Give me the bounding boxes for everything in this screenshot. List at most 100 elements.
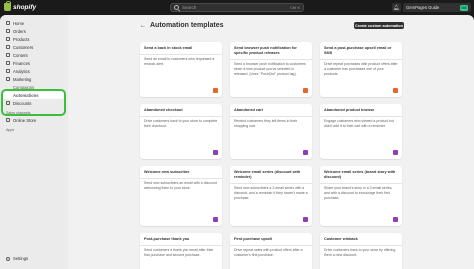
card-description: Send new subscribers a 2-email series wi… (234, 186, 308, 200)
card-title: Abandoned checkout (144, 108, 183, 112)
sidebar-item-content[interactable]: Content (3, 51, 65, 59)
page-header: ← Automation templates (140, 22, 224, 29)
card-description: Send a browser push notification to cust… (234, 62, 306, 76)
notifications-button[interactable]: 🔔︎ (392, 3, 401, 12)
search-shortcut: Ctrl K (290, 5, 300, 10)
shopify-bag-icon (4, 1, 11, 11)
customers-icon (6, 45, 10, 49)
sidebar-item-products[interactable]: Products (3, 35, 65, 43)
card-description: Share your brand's story in a 3-email se… (324, 186, 393, 200)
marketing-icon (6, 77, 10, 81)
analytics-icon (6, 69, 10, 73)
products-icon (6, 37, 10, 41)
template-card[interactable]: Abandoned cart Remind customers they lef… (230, 104, 312, 159)
app-badge-icon (213, 150, 218, 155)
card-title: Send browser push notification for speci… (234, 46, 297, 55)
sidebar-item-label: Marketing (13, 76, 32, 82)
content-icon (6, 53, 10, 57)
apps-heading[interactable]: Apps (3, 127, 65, 133)
card-title: First purchase upsell (234, 237, 273, 241)
template-card[interactable]: Post-purchase thank you Send customers a… (140, 233, 222, 269)
card-divider (140, 53, 222, 55)
orders-icon (6, 29, 10, 33)
home-icon (6, 21, 10, 25)
card-title: Welcome email series (discount with remi… (234, 170, 301, 179)
template-card[interactable]: Welcome email series (discount with remi… (230, 166, 312, 226)
app-badge-icon (393, 217, 398, 222)
card-title: Customer winback (324, 237, 358, 241)
card-description: Drive repeat purchases with product offe… (324, 62, 398, 76)
online-store-icon (6, 118, 10, 122)
template-card[interactable]: Abandoned checkout Drive customers back … (140, 104, 222, 159)
app-badge-icon (393, 150, 398, 155)
sidebar-item-label: Products (13, 36, 30, 42)
sidebar-item-online-store[interactable]: Online Store (3, 116, 65, 124)
card-divider (320, 58, 402, 60)
card-title: Send a back in stock email (144, 46, 193, 50)
card-description: Engage customers who viewed a product bu… (324, 119, 394, 129)
top-bar: shopify Search Ctrl K 🔔︎ GemPages Guide … (0, 0, 474, 15)
card-divider (230, 244, 312, 246)
page-title: Automation templates (150, 22, 224, 29)
card-divider (140, 244, 222, 246)
sidebar-item-label: Finances (13, 60, 30, 66)
back-arrow-icon[interactable]: ← (140, 23, 146, 29)
store-menu-button[interactable]: GemPages Guide GG (403, 3, 471, 12)
card-description: Send customers a thank you email after t… (144, 248, 214, 258)
marketing-highlight-outline (1, 89, 66, 116)
template-card[interactable]: Customer winback Drive customers back to… (320, 233, 402, 269)
create-custom-automation-button[interactable]: Create custom automation (354, 22, 404, 29)
template-card[interactable]: Welcome email series (brand story with d… (320, 166, 402, 226)
sidebar-item-orders[interactable]: Orders (3, 27, 65, 35)
card-description: Drive customers back to your store to co… (144, 119, 218, 129)
card-divider (230, 58, 312, 60)
sidebar-item-finances[interactable]: Finances (3, 59, 65, 67)
card-divider (140, 177, 222, 179)
card-divider (140, 115, 222, 117)
card-divider (230, 182, 312, 184)
sidebar-item-analytics[interactable]: Analytics (3, 67, 65, 75)
card-description: Send new subscribers an email with a dis… (144, 181, 217, 191)
search-icon (174, 5, 179, 10)
shopify-logo[interactable]: shopify (4, 1, 37, 11)
store-avatar: GG (460, 4, 468, 11)
sidebar-item-marketing[interactable]: Marketing (3, 75, 65, 83)
card-title: Welcome email series (brand story with d… (324, 170, 396, 179)
sidebar-item-label: Home (13, 20, 25, 26)
logo-text: shopify (13, 3, 37, 11)
sidebar-item-label: Settings (13, 256, 29, 261)
template-card[interactable]: Send a post-purchase upsell email or SMS… (320, 42, 402, 97)
main-content: ← Automation templates Create custom aut… (68, 15, 474, 269)
card-title: Abandoned cart (234, 108, 263, 112)
template-card[interactable]: Welcome new subscriber Send new subscrib… (140, 166, 222, 226)
app-badge-icon (303, 88, 308, 93)
card-divider (230, 115, 312, 117)
card-title: Welcome new subscriber (144, 170, 190, 174)
admin-frame: Home Orders Products Customers Content F… (0, 15, 474, 269)
sidebar-item-home[interactable]: Home (3, 19, 65, 27)
template-card[interactable]: Abandoned product browse Engage customer… (320, 104, 402, 159)
card-description: Drive repeat sales with product offers a… (234, 248, 303, 258)
app-badge-icon (303, 150, 308, 155)
card-divider (320, 244, 402, 246)
app-badge-icon (303, 217, 308, 222)
card-description: Remind customers they left items in thei… (234, 119, 298, 129)
app-badge-icon (213, 217, 218, 222)
sidebar-item-label: Orders (13, 28, 26, 34)
finances-icon (6, 61, 10, 65)
sidebar-item-label: Content (13, 52, 28, 58)
card-divider (320, 115, 402, 117)
sidebar-item-customers[interactable]: Customers (3, 43, 65, 51)
sidebar: Home Orders Products Customers Content F… (0, 15, 68, 269)
template-card[interactable]: Send a back in stock email Send an email… (140, 42, 222, 97)
sidebar-item-label: Online Store (13, 117, 37, 123)
card-description: Drive customers back to your store by of… (324, 248, 396, 258)
app-badge-icon (213, 88, 218, 93)
sidebar-item-settings[interactable]: Settings (6, 256, 28, 261)
search-input[interactable]: Search Ctrl K (170, 3, 304, 12)
template-card[interactable]: First purchase upsell Drive repeat sales… (230, 233, 312, 269)
card-divider (320, 182, 402, 184)
template-card[interactable]: Send browser push notification for speci… (230, 42, 312, 97)
card-title: Send a post-purchase upsell email or SMS (324, 46, 392, 55)
gear-icon (6, 256, 10, 261)
